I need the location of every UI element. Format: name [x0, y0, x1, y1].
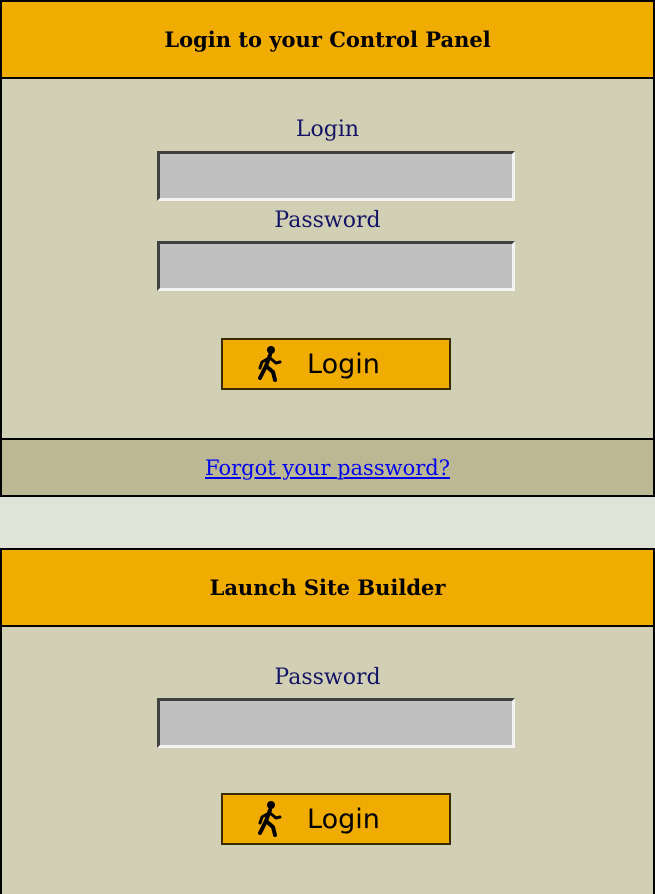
site-builder-login-button[interactable]: Login: [221, 793, 451, 845]
walking-person-icon: [258, 346, 282, 382]
site-builder-password-input[interactable]: [157, 698, 515, 748]
site-builder-panel: Launch Site Builder Password Login: [0, 548, 655, 894]
site-builder-title: Launch Site Builder: [209, 575, 446, 600]
walking-person-icon: [258, 801, 282, 837]
login-label: Login: [295, 117, 360, 142]
password-label: Password: [274, 208, 381, 233]
forgot-password-link[interactable]: Forgot your password?: [205, 456, 450, 480]
control-panel-body: Login Password Login: [2, 79, 653, 440]
forgot-password-bar: Forgot your password?: [0, 438, 655, 497]
site-builder-password-label: Password: [274, 665, 381, 690]
control-panel-login: Login to your Control Panel Login Passwo…: [0, 0, 655, 440]
site-builder-login-button-label: Login: [307, 803, 380, 835]
control-panel-title: Login to your Control Panel: [164, 27, 491, 52]
login-input[interactable]: [157, 151, 515, 201]
login-button[interactable]: Login: [221, 338, 451, 390]
login-button-label: Login: [307, 348, 380, 380]
site-builder-header: Launch Site Builder: [2, 548, 653, 627]
site-builder-body: Password Login: [2, 627, 653, 894]
control-panel-header: Login to your Control Panel: [2, 0, 653, 79]
password-input[interactable]: [157, 241, 515, 291]
